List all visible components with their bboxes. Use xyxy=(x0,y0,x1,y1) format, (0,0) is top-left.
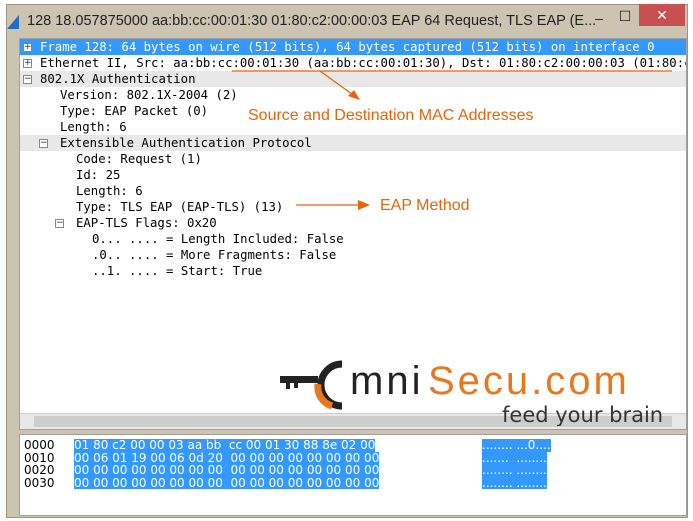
svg-text:mni: mni xyxy=(350,359,423,403)
mac-arrow xyxy=(319,70,357,98)
annotation-arrows xyxy=(232,70,672,210)
eap-annotation: EAP Method xyxy=(380,197,470,214)
omnisecu-logo: mni Secu.com feed your brain xyxy=(280,356,680,430)
eap-arrowhead-icon xyxy=(358,200,370,210)
mac-annotation: Source and Destination MAC Addresses xyxy=(248,107,534,124)
mac-arrowhead-icon xyxy=(348,90,360,100)
svg-text:Secu.com: Secu.com xyxy=(428,359,630,403)
svg-text:feed your brain: feed your brain xyxy=(502,403,663,426)
